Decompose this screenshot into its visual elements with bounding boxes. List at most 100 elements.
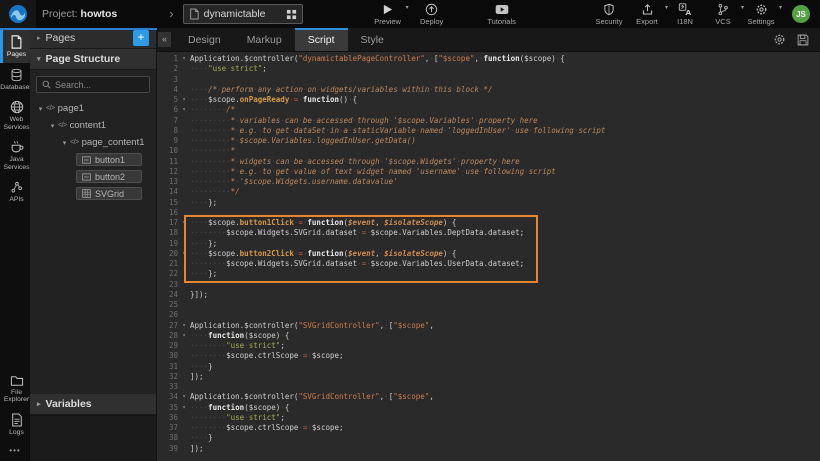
sidebar-item-logs[interactable]: Logs <box>0 408 30 441</box>
code-line[interactable]: 37········$scope.ctrlScope·=·$scope; <box>157 423 820 433</box>
line-number: 26 <box>157 310 178 320</box>
code-line[interactable]: 13·········*·'$scope.Widgets.username.da… <box>157 177 820 187</box>
page-selector[interactable]: dynamictable <box>183 4 303 24</box>
line-number: 39 <box>157 444 178 454</box>
code-line[interactable]: 18········$scope.Widgets.SVGrid.dataset·… <box>157 228 820 238</box>
code-line[interactable]: 24}]); <box>157 290 820 300</box>
code-line[interactable]: 38····} <box>157 433 820 443</box>
user-avatar[interactable]: JS <box>792 5 810 23</box>
fold-marker-icon <box>178 444 190 454</box>
code-line[interactable]: 2····"use·strict"; <box>157 64 820 74</box>
settings-button[interactable]: ▾ Settings <box>746 0 776 28</box>
code-line[interactable]: 19····}; <box>157 239 820 249</box>
tab-design[interactable]: Design <box>175 28 234 51</box>
code-line[interactable]: 21········$scope.Widgets.SVGrid.dataset·… <box>157 259 820 269</box>
sidebar-item-web-services[interactable]: Web Services <box>0 95 30 135</box>
sidebar-item-pages[interactable]: Pages <box>0 30 30 63</box>
rail-more-button[interactable]: ••• <box>0 440 30 461</box>
code-line[interactable]: 9·········*·$scope.Variables.loggedInUse… <box>157 136 820 146</box>
rail-label: Java Services <box>3 156 30 171</box>
collapse-panel-button[interactable]: « <box>158 32 171 47</box>
code-line[interactable]: 16 <box>157 208 820 218</box>
code-line[interactable]: 35▾····function($scope)·{ <box>157 403 820 413</box>
tree-item-label: button2 <box>95 172 125 182</box>
code-line[interactable]: 34▾Application.$controller("SVGridContro… <box>157 392 820 402</box>
tree-item-svgrid[interactable]: SVGrid <box>30 185 156 202</box>
page-structure-header[interactable]: ▾ Page Structure <box>30 49 156 70</box>
sidebar-item-apis[interactable]: APIs <box>0 175 30 208</box>
rail-label: APIs <box>9 196 23 204</box>
fold-marker-icon <box>178 187 190 197</box>
code-line[interactable]: 33 <box>157 382 820 392</box>
add-page-button[interactable]: + <box>133 30 149 46</box>
code-line[interactable]: 3 <box>157 75 820 85</box>
i18n-button[interactable]: A I18N <box>670 0 700 28</box>
code-line[interactable]: 27▾Application.$controller("SVGridContro… <box>157 321 820 331</box>
code-line[interactable]: 28▾····function($scope)·{ <box>157 331 820 341</box>
vcs-button[interactable]: ▾ VCS <box>708 0 738 28</box>
deploy-button[interactable]: Deploy <box>417 0 447 28</box>
tree-item-content1[interactable]: ▾ </> content1 <box>30 117 156 134</box>
code-line[interactable]: 5▾····$scope.onPageReady·=·function()·{ <box>157 95 820 105</box>
line-number: 20 <box>157 249 178 259</box>
export-button[interactable]: ▾ Export <box>632 0 662 28</box>
code-line[interactable]: 1▾Application.$controller("dynamictableP… <box>157 54 820 64</box>
code-line[interactable]: 26 <box>157 310 820 320</box>
code-line[interactable]: 14·········*/ <box>157 187 820 197</box>
search-box[interactable] <box>36 76 150 93</box>
code-line[interactable]: 39]); <box>157 444 820 454</box>
preview-button[interactable]: ▾ Preview <box>373 0 403 28</box>
code-line[interactable]: 31····} <box>157 362 820 372</box>
code-line[interactable]: 30········$scope.ctrlScope·=·$scope; <box>157 351 820 361</box>
line-number: 19 <box>157 239 178 249</box>
tab-markup[interactable]: Markup <box>234 28 295 51</box>
tree-item-button2[interactable]: button2 <box>30 168 156 185</box>
tab-script[interactable]: Script <box>295 28 348 51</box>
shield-icon <box>603 3 615 16</box>
search-input[interactable] <box>55 80 144 90</box>
pages-section-header[interactable]: ▸ Pages + <box>30 28 156 49</box>
code-line[interactable]: 20▾····$scope.button2Click·=·function($e… <box>157 249 820 259</box>
pages-explorer-panel: ▸ Pages + ▾ Page Structure ▾ <box>30 28 157 461</box>
code-line[interactable]: 36········"use·strict"; <box>157 413 820 423</box>
code-line[interactable]: 12·········*·e.g.·to·get·value·of·text·w… <box>157 167 820 177</box>
variables-section-header[interactable]: ▸ Variables <box>30 394 156 415</box>
code-line[interactable]: 25 <box>157 300 820 310</box>
collapsed-caret-icon: ▸ <box>37 400 41 408</box>
code-line[interactable]: 32]); <box>157 372 820 382</box>
line-number: 11 <box>157 157 178 167</box>
script-code-area[interactable]: 1▾Application.$controller("dynamictableP… <box>157 52 820 461</box>
code-line[interactable]: 4····/*·perform·any·action·on·widgets/va… <box>157 85 820 95</box>
fold-marker-icon: ▾ <box>178 218 190 228</box>
sidebar-item-databases[interactable]: Databases <box>0 63 30 96</box>
code-line[interactable]: 29········"use·strict"; <box>157 341 820 351</box>
code-line[interactable]: 10·········* <box>157 146 820 156</box>
tutorials-button[interactable]: Tutorials <box>487 0 517 28</box>
line-number: 22 <box>157 269 178 279</box>
save-button[interactable] <box>797 34 809 46</box>
code-line[interactable]: 7·········*·variables·can·be·accessed·th… <box>157 116 820 126</box>
page-structure-label: Page Structure <box>46 53 121 65</box>
tree-item-page-content1[interactable]: ▾ </> page_content1 <box>30 134 156 151</box>
variables-header-label: Variables <box>46 398 92 410</box>
line-number: 15 <box>157 198 178 208</box>
sidebar-item-file-explorer[interactable]: File Explorer <box>0 370 30 408</box>
tree-item-button1[interactable]: button1 <box>30 151 156 168</box>
grid-widget-icon <box>82 189 91 198</box>
code-line[interactable]: 15····}; <box>157 198 820 208</box>
code-line[interactable]: 17▾····$scope.button1Click·=·function($e… <box>157 218 820 228</box>
code-line[interactable]: 11·········*·widgets·can·be·accessed·thr… <box>157 157 820 167</box>
code-line[interactable]: 23 <box>157 280 820 290</box>
sidebar-item-java-services[interactable]: Java Services <box>0 135 30 175</box>
code-line[interactable]: 8·········*·e.g.·to·get·dataSet·in·a·sta… <box>157 126 820 136</box>
line-number: 7 <box>157 116 178 126</box>
security-button[interactable]: Security <box>594 0 624 28</box>
wavemaker-logo[interactable] <box>0 0 36 28</box>
code-tag-icon: </> <box>46 105 55 112</box>
code-line[interactable]: 6▾········/* <box>157 105 820 115</box>
code-line[interactable]: 22····}; <box>157 269 820 279</box>
tab-style[interactable]: Style <box>348 28 397 51</box>
tree-item-page1[interactable]: ▾ </> page1 <box>30 100 156 117</box>
rail-label: Pages <box>7 51 26 59</box>
editor-settings-button[interactable] <box>773 33 786 46</box>
